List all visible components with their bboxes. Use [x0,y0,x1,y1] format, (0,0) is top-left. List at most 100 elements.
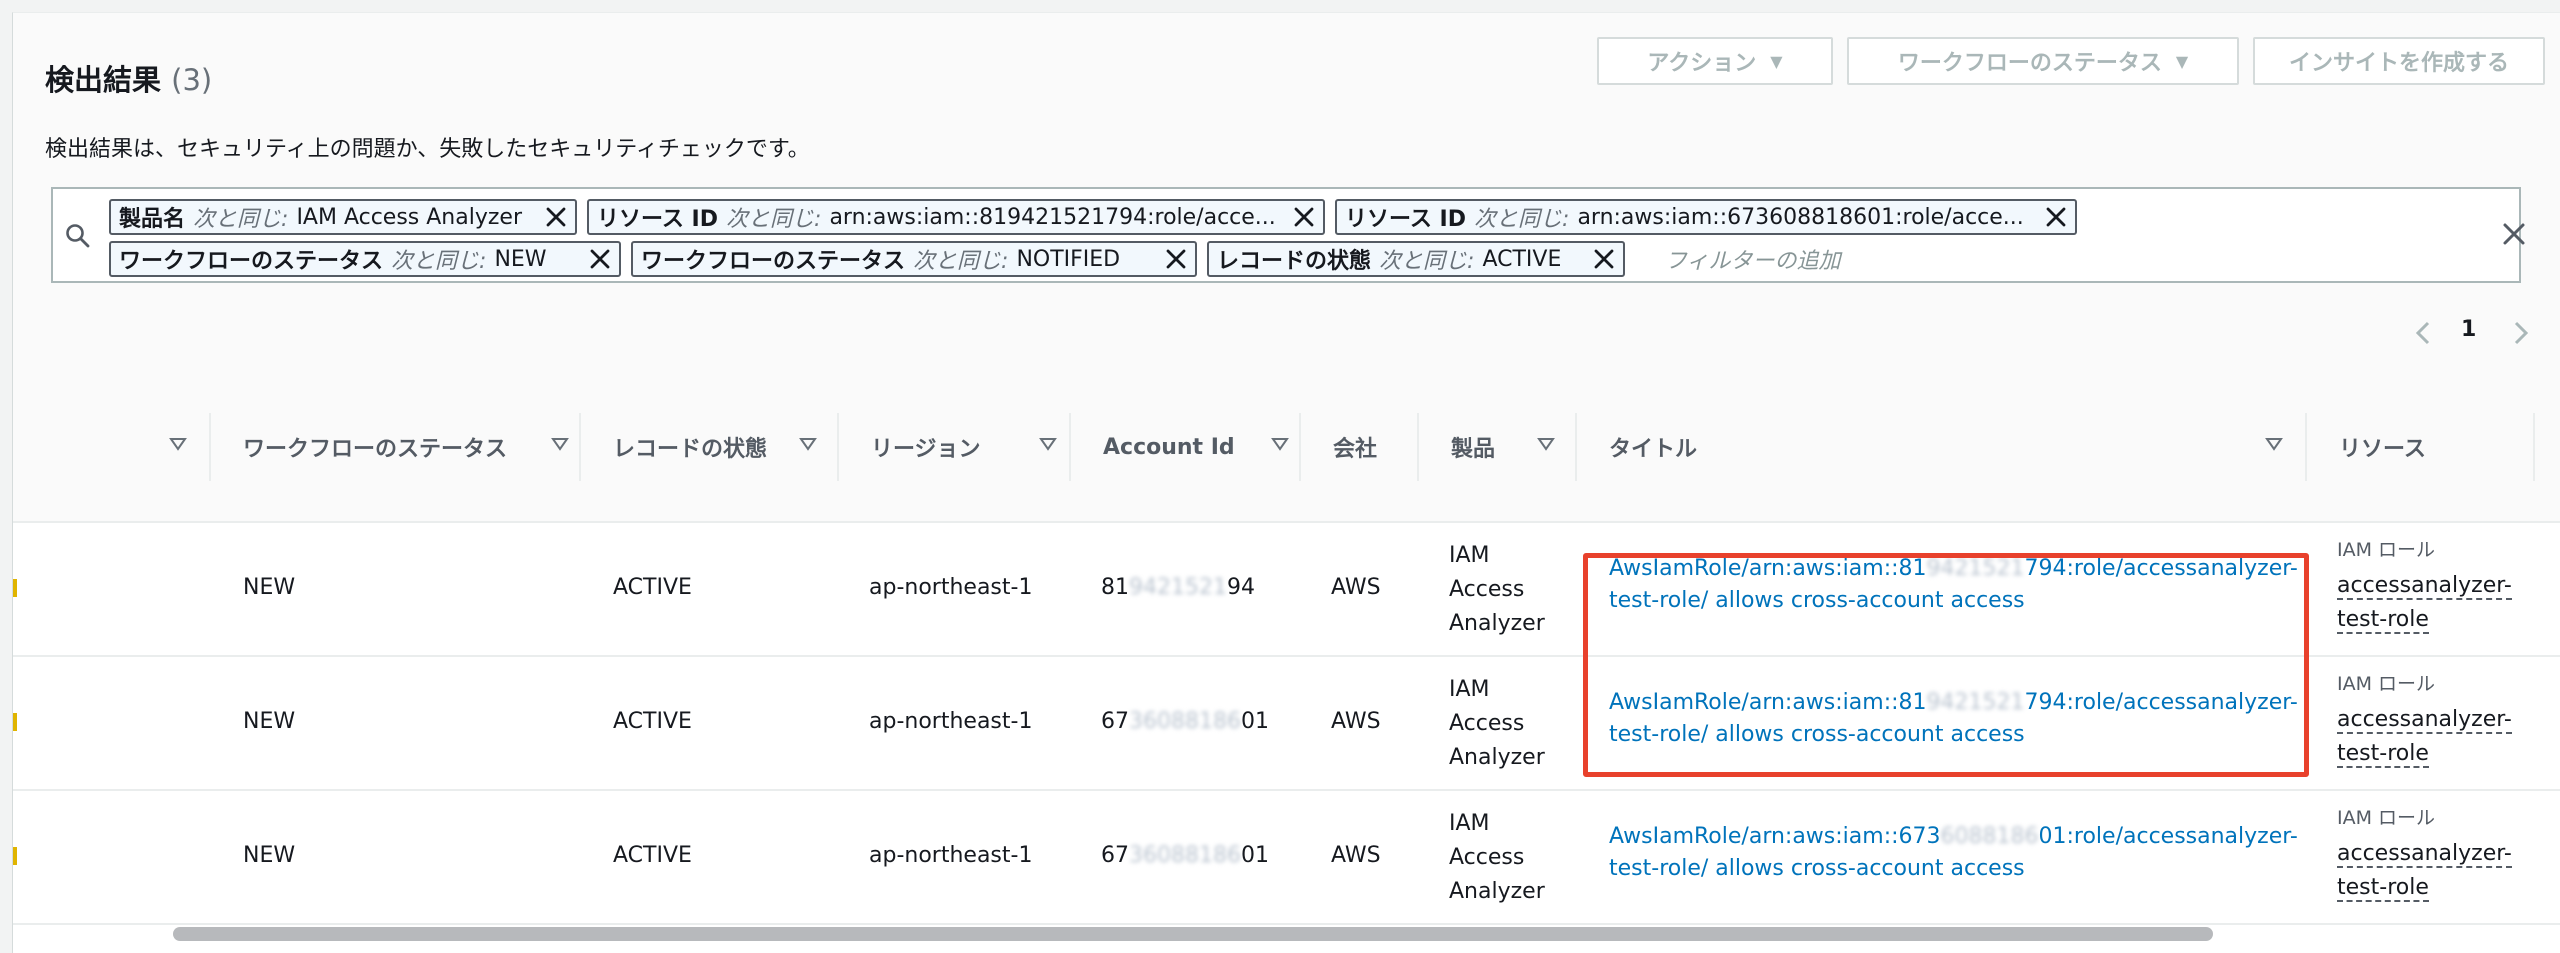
current-page[interactable]: 1 [2461,317,2476,342]
cell-company: AWS [1331,709,1381,734]
resource-name: accessanalyzer-test-role [2337,841,2512,902]
column-header-account-id[interactable]: Account Id [1071,373,1311,521]
cell-record-state: ACTIVE [613,843,692,868]
close-icon[interactable] [1291,204,1317,230]
cell-workflow-status: NEW [243,843,296,868]
resource-name-link[interactable]: accessanalyzer-test-role [2337,837,2512,905]
cell-product: IAM Access Analyzer [1449,807,1545,909]
cell-region: ap-northeast-1 [869,575,1033,600]
sort-caret-icon[interactable] [799,437,817,451]
sort-caret-icon[interactable] [169,437,187,451]
column-header-resource[interactable]: リソース [2307,373,2537,521]
filter-key: リソース ID [1345,207,1467,232]
column-header-partial[interactable] [13,373,209,521]
cell-account-id: 673608818601 [1101,839,1269,873]
column-header-label: 製品 [1451,437,1496,462]
sort-caret-icon[interactable] [1039,437,1057,451]
filter-token[interactable]: ワークフローのステータス 次と同じ: NOTIFIED [631,241,1197,277]
resource-name: accessanalyzer-test-role [2337,573,2512,634]
resource-name: accessanalyzer-test-role [2337,707,2512,768]
cell-record-state: ACTIVE [613,709,692,734]
filter-token[interactable]: ワークフローのステータス 次と同じ: NEW [109,241,621,277]
column-header-region[interactable]: リージョン [839,373,1079,521]
filter-token[interactable]: レコードの状態 次と同じ: ACTIVE [1207,241,1625,277]
close-icon[interactable] [2499,219,2529,249]
filter-operator: 次と同じ: [1379,249,1475,274]
account-id-suffix: 01 [1240,843,1269,868]
close-icon[interactable] [543,204,569,230]
filter-token[interactable]: リソース ID 次と同じ: arn:aws:iam::819421521794:… [587,199,1325,235]
filter-value: NOTIFIED [1016,246,1121,272]
filter-token[interactable]: 製品名 次と同じ: IAM Access Analyzer [109,199,577,235]
annotation-highlight-box [1583,553,2309,777]
sort-caret-icon[interactable] [551,437,569,451]
close-icon[interactable] [587,246,613,272]
workflow-status-button[interactable]: ワークフローのステータス ▼ [1847,37,2239,85]
product-line: Analyzer [1449,611,1545,636]
account-id-prefix: 67 [1101,843,1129,868]
search-icon [66,224,90,248]
column-header-workflow-status[interactable]: ワークフローのステータス [211,373,591,521]
close-icon[interactable] [1163,246,1189,272]
create-insight-button[interactable]: インサイトを作成する [2253,37,2545,85]
row-severity-mark [13,579,17,597]
cell-account-id: 81942152194 [1101,571,1255,605]
resource-type: IAM ロール [2337,807,2436,829]
account-id-masked: 36088186 [1129,843,1241,868]
column-header-record-state[interactable]: レコードの状態 [581,373,839,521]
actions-button-label: アクション [1647,51,1757,76]
cell-workflow-status: NEW [243,709,296,734]
chevron-right-icon[interactable] [2511,319,2531,347]
column-header-product[interactable]: 製品 [1419,373,1577,521]
resource-name-link[interactable]: accessanalyzer-test-role [2337,703,2512,771]
title-text: 01:role/accessanalyzer- [2038,824,2298,849]
account-id-prefix: 67 [1101,709,1129,734]
column-header-label: リージョン [871,437,981,462]
resource-name-link[interactable]: accessanalyzer-test-role [2337,569,2512,637]
column-header-title[interactable]: タイトル [1577,373,2305,521]
product-line: IAM [1449,811,1490,836]
product-line: Analyzer [1449,879,1545,904]
close-icon[interactable] [2043,204,2069,230]
account-id-masked: 9421521 [1129,575,1227,600]
account-id-suffix: 94 [1226,575,1255,600]
add-filter-input[interactable]: フィルターの追加 [1665,243,1841,275]
account-id-prefix: 81 [1101,575,1129,600]
sort-caret-icon[interactable] [2265,437,2283,451]
finding-title-link[interactable]: AwsIamRole/arn:aws:iam::673608818601:rol… [1609,821,2298,885]
filter-value: ACTIVE [1482,246,1562,272]
product-line: Analyzer [1449,745,1545,770]
column-header-label: Account Id [1103,434,1235,460]
account-id-masked: 36088186 [1129,709,1241,734]
resource-type: IAM ロール [2337,673,2436,695]
column-divider [2533,413,2535,481]
page-title-text: 検出結果 [45,63,162,97]
filter-key: ワークフローのステータス [119,249,384,274]
filter-token[interactable]: リソース ID 次と同じ: arn:aws:iam::673608818601:… [1335,199,2077,235]
title-masked: 6088186 [1940,824,2039,849]
sort-caret-icon[interactable] [1271,437,1289,451]
filter-key: リソース ID [597,207,719,232]
cell-product: IAM Access Analyzer [1449,539,1545,641]
filter-operator: 次と同じ: [913,249,1009,274]
column-header-label: レコードの状態 [613,437,768,462]
product-line: IAM [1449,543,1490,568]
column-header-label: タイトル [1609,437,1698,462]
page-description: 検出結果は、セキュリティ上の問題か、失敗したセキュリティチェックです。 [45,137,810,162]
cell-product: IAM Access Analyzer [1449,673,1545,775]
findings-count: (3) [171,63,213,97]
column-header-company[interactable]: 会社 [1301,373,1417,521]
sort-caret-icon[interactable] [1537,437,1555,451]
chevron-left-icon[interactable] [2413,319,2433,347]
filter-bar[interactable]: 製品名 次と同じ: IAM Access Analyzer リソース ID 次と… [51,187,2525,283]
cell-company: AWS [1331,575,1381,600]
filter-operator: 次と同じ: [193,207,289,232]
findings-header: 検出結果 (3) 検出結果は、セキュリティ上の問題か、失敗したセキュリティチェッ… [13,13,2560,374]
filter-value: arn:aws:iam::673608818601:role/acce... [1577,204,2024,230]
horizontal-scrollbar[interactable] [173,927,2213,941]
filter-value: IAM Access Analyzer [296,204,522,230]
table-row[interactable]: NEW ACTIVE ap-northeast-1 673608818601 A… [13,791,2560,925]
actions-button[interactable]: アクション ▼ [1597,37,1833,85]
close-icon[interactable] [1591,246,1617,272]
filter-operator: 次と同じ: [1474,207,1570,232]
